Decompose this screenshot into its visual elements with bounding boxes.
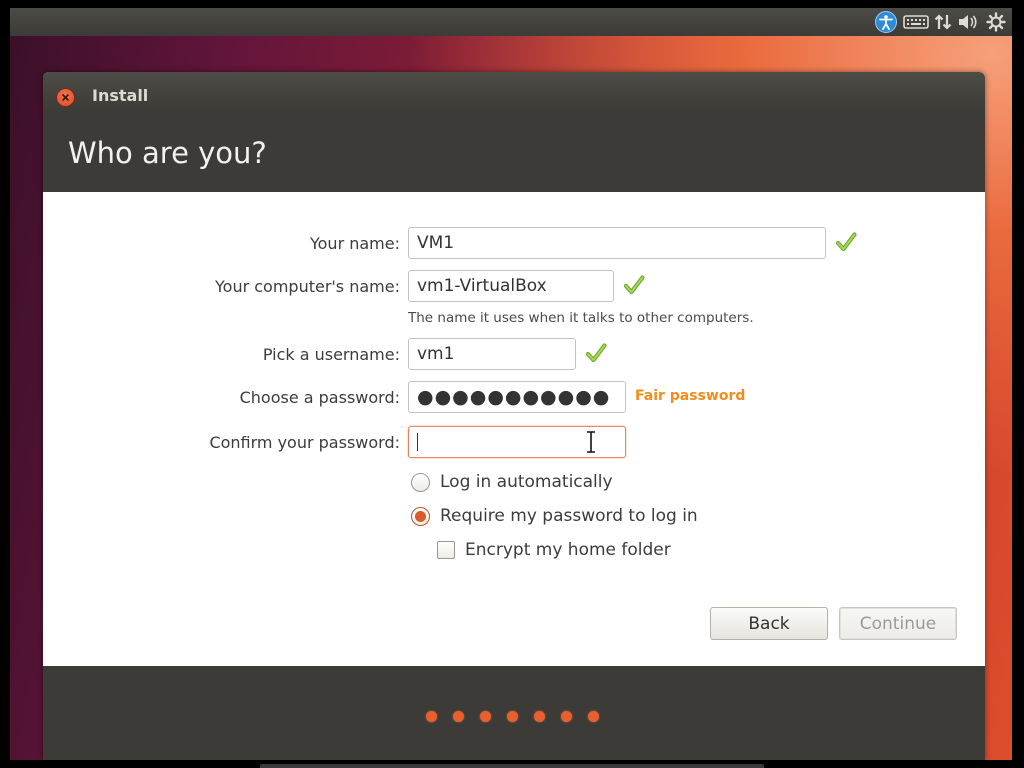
password-field[interactable]: ●●●●●●●●●●● <box>408 381 626 413</box>
encrypt-home-option[interactable]: Encrypt my home folder <box>437 540 671 560</box>
username-value: vm1 <box>417 344 455 364</box>
page-title: Who are you? <box>68 136 267 170</box>
continue-button[interactable]: Continue <box>839 607 957 640</box>
back-button[interactable]: Back <box>710 607 828 640</box>
keyboard-icon[interactable] <box>902 10 930 34</box>
checkmark-icon <box>835 232 857 252</box>
desktop-background: Install Who are you? Your name: VM1 Your… <box>10 8 1012 760</box>
require-password-radio[interactable] <box>411 506 430 526</box>
close-icon <box>61 93 70 102</box>
password-strength: Fair password <box>635 388 746 404</box>
checkmark-icon <box>623 275 645 295</box>
name-field[interactable]: VM1 <box>408 227 826 259</box>
volume-icon[interactable] <box>956 10 980 34</box>
text-cursor-icon <box>587 431 595 453</box>
text-caret <box>417 433 418 451</box>
computer-name-value: vm1-VirtualBox <box>417 276 547 296</box>
progress-dot <box>534 711 545 722</box>
progress-dot <box>453 711 464 722</box>
login-automatically-radio[interactable] <box>411 472 430 492</box>
encrypt-home-label: Encrypt my home folder <box>465 540 671 560</box>
username-label: Pick a username: <box>262 345 400 364</box>
confirm-password-field[interactable] <box>408 426 626 458</box>
progress-dot <box>561 711 572 722</box>
window-header: Install Who are you? <box>43 72 985 192</box>
username-field[interactable]: vm1 <box>408 338 576 370</box>
name-label: Your name: <box>309 234 400 253</box>
install-progress-footer <box>43 666 985 760</box>
close-button[interactable] <box>56 88 75 107</box>
network-icon[interactable] <box>932 10 954 34</box>
progress-dot <box>507 711 518 722</box>
checkmark-icon <box>585 343 607 363</box>
progress-dot <box>426 711 437 722</box>
login-automatically-label: Log in automatically <box>440 472 613 492</box>
computer-name-field[interactable]: vm1-VirtualBox <box>408 270 614 302</box>
confirm-password-label: Confirm your password: <box>209 433 400 452</box>
encrypt-home-checkbox[interactable] <box>437 541 455 559</box>
progress-dots <box>426 711 599 722</box>
computer-name-hint: The name it uses when it talks to other … <box>408 310 754 326</box>
password-masked-value: ●●●●●●●●●●● <box>417 386 611 408</box>
host-taskbar-edge <box>260 764 764 768</box>
progress-dot <box>480 711 491 722</box>
gear-icon[interactable] <box>985 10 1007 34</box>
progress-dot <box>588 711 599 722</box>
require-password-label: Require my password to log in <box>440 506 698 526</box>
password-label: Choose a password: <box>239 388 400 407</box>
login-automatically-option[interactable]: Log in automatically <box>411 472 613 492</box>
window-title: Install <box>92 86 149 105</box>
require-password-option[interactable]: Require my password to log in <box>411 506 698 526</box>
name-value: VM1 <box>417 233 455 253</box>
top-panel <box>10 8 1012 36</box>
accessibility-icon[interactable] <box>874 10 898 34</box>
installer-window: Install Who are you? Your name: VM1 Your… <box>43 72 985 760</box>
computer-name-label: Your computer's name: <box>215 277 400 296</box>
